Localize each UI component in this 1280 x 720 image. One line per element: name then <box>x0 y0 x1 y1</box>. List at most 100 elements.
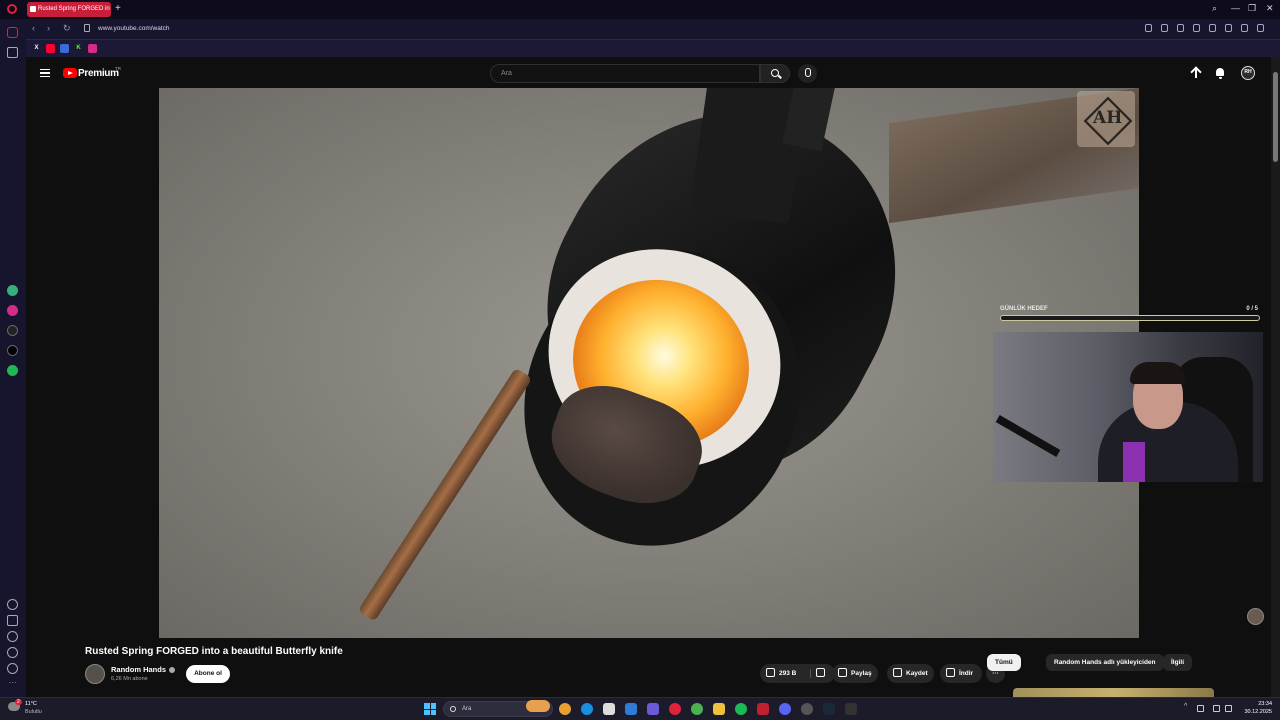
address-bar: ‹ › ↻ www.youtube.com/watch <box>26 19 1280 40</box>
youtube-brand[interactable]: Premium <box>78 68 119 79</box>
channel-name[interactable]: Random Hands <box>111 665 176 674</box>
chrome-icon[interactable] <box>691 703 703 715</box>
bookmark-kick-icon[interactable]: K <box>74 44 83 53</box>
bookmark-youtube-icon[interactable] <box>46 44 55 53</box>
video-player[interactable] <box>159 88 1139 638</box>
instagram-icon[interactable] <box>7 305 18 316</box>
recommended-thumbnail[interactable] <box>1013 688 1214 697</box>
store-icon[interactable] <box>603 703 615 715</box>
opera-taskbar-icon[interactable] <box>669 703 681 715</box>
like-count[interactable]: 293 B <box>779 670 796 677</box>
wallet-icon[interactable] <box>7 615 18 626</box>
home-icon[interactable] <box>7 27 18 38</box>
discord-icon[interactable] <box>779 703 791 715</box>
channel-name-text[interactable]: Random Hands <box>111 665 166 674</box>
mic-arm <box>995 415 1061 457</box>
tray-overflow-icon[interactable]: ^ <box>1184 703 1191 710</box>
subscriber-count: 6,26 Mn abone <box>111 676 148 682</box>
forward-icon[interactable]: › <box>47 23 50 33</box>
page-scrollbar[interactable] <box>1271 57 1280 697</box>
steam-icon[interactable] <box>823 703 835 715</box>
dislike-icon[interactable] <box>816 668 825 677</box>
restore-button[interactable]: ❐ <box>1248 3 1256 14</box>
browser-tab-active[interactable]: Rusted Spring FORGED in <box>27 2 111 17</box>
x-icon[interactable] <box>7 345 18 356</box>
search-highlight-icon[interactable] <box>526 700 550 712</box>
history-icon[interactable] <box>7 631 18 642</box>
taskbar-clock[interactable]: 23:34 <box>1239 701 1272 707</box>
weather-condition[interactable]: Bulutlu <box>25 709 42 715</box>
shield-icon[interactable] <box>1177 24 1184 32</box>
account-avatar[interactable]: RH <box>1241 66 1255 80</box>
reload-icon[interactable]: ↻ <box>63 23 71 34</box>
scrollbar-thumb[interactable] <box>1273 72 1278 162</box>
close-button[interactable]: ✕ <box>1266 3 1274 14</box>
account-icon[interactable] <box>1257 24 1264 32</box>
subscribe-button[interactable]: Abone ol <box>186 665 230 683</box>
back-icon[interactable]: ‹ <box>32 23 35 33</box>
chip-all[interactable]: Tümü <box>987 654 1021 671</box>
like-icon[interactable] <box>766 667 775 677</box>
player-icon[interactable] <box>1193 24 1200 32</box>
channel-watermark-logo[interactable] <box>1077 91 1135 147</box>
spotify-taskbar-icon[interactable] <box>735 703 747 715</box>
volume-icon[interactable] <box>1225 705 1232 712</box>
epic-games-icon[interactable] <box>845 703 857 715</box>
youtube-logo-icon[interactable] <box>63 68 77 78</box>
pinboard-icon[interactable] <box>7 47 18 58</box>
start-menu-icon[interactable] <box>424 703 436 715</box>
temperature[interactable]: 11°C <box>25 701 37 707</box>
download-icon[interactable] <box>1225 24 1232 32</box>
mail-icon[interactable] <box>625 703 637 715</box>
channel-avatar[interactable] <box>85 664 105 684</box>
search-placeholder: Ara <box>501 70 512 77</box>
tray-app-icon[interactable] <box>1197 705 1204 712</box>
taskbar-date[interactable]: 30.12.2025 <box>1239 709 1272 715</box>
settings-icon[interactable] <box>7 647 18 658</box>
favorites-icon[interactable] <box>7 599 18 610</box>
search-input[interactable]: Ara <box>490 64 760 83</box>
copilot-icon[interactable] <box>559 703 571 715</box>
spotify-icon[interactable] <box>7 365 18 376</box>
hamburger-menu-icon[interactable] <box>40 69 50 77</box>
obs-icon[interactable] <box>801 703 813 715</box>
address-bar-actions <box>1145 24 1264 32</box>
search-button[interactable] <box>760 64 790 83</box>
more-icon[interactable]: ··· <box>7 679 18 690</box>
bookmark-site-icon[interactable] <box>60 44 69 53</box>
bookmark-x-icon[interactable]: X <box>32 44 41 53</box>
file-explorer-icon[interactable] <box>713 703 725 715</box>
chip-related[interactable]: İlgili <box>1163 654 1192 671</box>
tips-icon[interactable] <box>7 663 18 674</box>
bookmark-instagram-icon[interactable] <box>88 44 97 53</box>
url-field[interactable]: www.youtube.com/watch <box>98 25 170 32</box>
network-icon[interactable] <box>1213 705 1220 712</box>
create-upload-icon[interactable] <box>1190 67 1202 79</box>
chatgpt-icon[interactable] <box>7 285 18 296</box>
voice-search-icon[interactable] <box>798 64 817 83</box>
minimize-button[interactable]: — <box>1231 3 1240 13</box>
download-button[interactable]: İndir <box>940 664 982 683</box>
menu-icon[interactable] <box>1241 24 1248 32</box>
camera-icon[interactable] <box>1161 24 1168 32</box>
tab-search-icon[interactable]: ⌕ <box>1212 3 1217 14</box>
webcam-overlay <box>993 332 1263 482</box>
new-tab-button[interactable]: + <box>115 3 125 15</box>
edge-icon[interactable] <box>581 703 593 715</box>
floating-avatar-icon[interactable] <box>1247 608 1264 625</box>
chip-from-uploader[interactable]: Random Hands adlı yükleyiciden <box>1046 654 1164 671</box>
page-action-icon[interactable] <box>1145 24 1152 32</box>
bookmark-icon <box>893 667 902 677</box>
like-divider <box>810 669 811 678</box>
teams-icon[interactable] <box>647 703 659 715</box>
download-label: İndir <box>959 670 974 677</box>
streaming-app-icon[interactable] <box>757 703 769 715</box>
notifications-bell-icon[interactable] <box>1214 67 1226 79</box>
share-label: Paylaş <box>851 670 872 677</box>
daily-goal-widget: GÜNLÜK HEDEF 0 / 5 <box>1000 305 1260 323</box>
tiktok-icon[interactable] <box>7 325 18 336</box>
opera-logo-icon[interactable] <box>7 4 17 14</box>
save-button[interactable]: Kaydet <box>887 664 934 683</box>
share-button[interactable]: Paylaş <box>832 664 878 683</box>
heart-icon[interactable] <box>1209 24 1216 32</box>
